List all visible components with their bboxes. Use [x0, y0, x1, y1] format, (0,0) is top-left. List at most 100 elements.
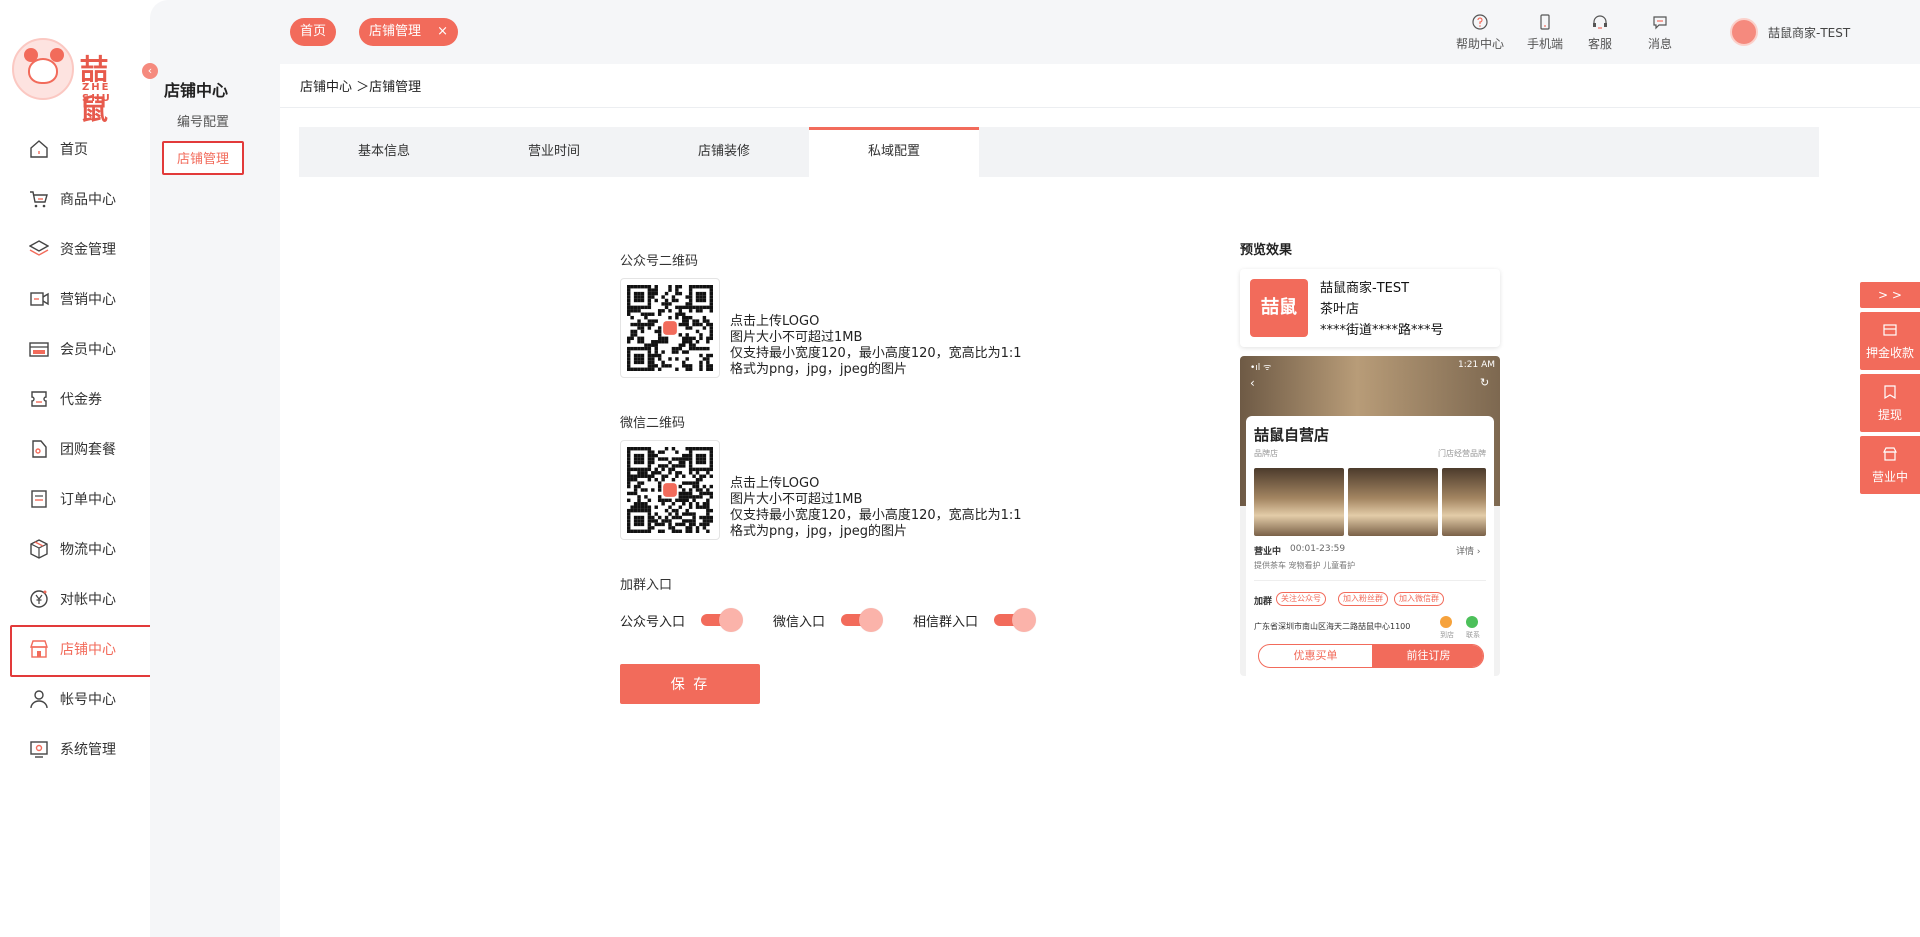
user-menu[interactable]: 喆鼠商家-TEST [1730, 18, 1850, 46]
video-icon [28, 288, 50, 310]
group-entry-switches: 公众号入口 微信入口 相信群入口 [620, 608, 1066, 632]
hint-line: 图片大小不可超过1MB [730, 330, 863, 345]
brand-logo[interactable]: 喆鼠 ZHE SHU [12, 38, 132, 126]
shop-icon [28, 638, 50, 660]
official-qr-title: 公众号二维码 [620, 254, 699, 269]
avatar [1730, 18, 1758, 46]
signal-icon: •ıl ᯤ [1250, 363, 1272, 373]
help-icon [1450, 14, 1510, 32]
phone-store-card: 喆鼠自营店 品牌店 门店经营品牌 营业中 00:01-23:59 详情 › 提供… [1246, 416, 1494, 676]
tool-label: 手机端 [1526, 37, 1563, 51]
sidebar-item-system[interactable]: 系统管理 [0, 724, 150, 774]
sidebar-item-label: 会员中心 [60, 342, 116, 358]
switch-label: 微信入口 [773, 614, 826, 630]
hint-line[interactable]: 点击上传LOGO [730, 476, 1022, 492]
sub-item-number-config[interactable]: 编号配置 [162, 106, 244, 140]
official-qr-upload[interactable] [620, 278, 720, 378]
phone-call-icon [1466, 616, 1478, 628]
business-status-button[interactable]: 营业中 [1860, 436, 1920, 494]
tab-private-domain[interactable]: 私域配置 [809, 127, 979, 177]
deposit-collection-button[interactable]: 押金收款 [1860, 312, 1920, 370]
sidebar-item-label: 商品中心 [60, 192, 116, 208]
sidebar-item-label: 店铺中心 [60, 642, 116, 658]
store-open-icon [1860, 446, 1920, 468]
sidebar-item-products[interactable]: 商品中心 [0, 174, 150, 224]
sidebar-item-coupons[interactable]: 代金券 [0, 374, 150, 424]
hint-line: 仅支持最小宽度120，最小高度120，宽高比为1:1 [730, 346, 1022, 361]
group-entry-title: 加群入口 [620, 578, 673, 593]
mouse-mascot-icon [12, 38, 74, 100]
sidebar-item-label: 订单中心 [60, 492, 116, 508]
help-center-button[interactable]: 帮助中心 [1450, 14, 1510, 52]
customer-service-button[interactable]: 客服 [1570, 14, 1630, 52]
switch-label: 相信群入口 [913, 614, 979, 630]
user-icon [28, 688, 50, 710]
tab-store-decoration[interactable]: 店铺装修 [639, 127, 809, 177]
chip-follow-official: 关注公众号 [1276, 592, 1326, 606]
wechat-qr-upload[interactable] [620, 440, 720, 540]
float-label: 提现 [1877, 408, 1902, 422]
tab-store-management[interactable]: 店铺管理 × [359, 18, 459, 46]
mobile-button[interactable]: 手机端 [1515, 14, 1575, 52]
preview-title: 预览效果 [1240, 243, 1293, 258]
tab-label: 首页 [300, 24, 327, 39]
sidebar-item-label: 营销中心 [60, 292, 116, 308]
sidebar-item-home[interactable]: 首页 [0, 124, 150, 174]
messages-button[interactable]: 消息 [1630, 14, 1690, 52]
hint-line: 仅支持最小宽度120，最小高度120，宽高比为1:1 [730, 508, 1022, 523]
sidebar-item-members[interactable]: 会员中心 [0, 324, 150, 374]
message-icon [1630, 14, 1690, 32]
store-logo-image: 喆鼠 [1250, 279, 1308, 337]
sidebar-item-logistics[interactable]: 物流中心 [0, 524, 150, 574]
sidebar-item-marketing[interactable]: 营销中心 [0, 274, 150, 324]
tool-label: 客服 [1587, 37, 1612, 51]
collapse-sidebar-button[interactable]: ‹ [142, 63, 158, 79]
phone-store-name: 喆鼠自营店 [1254, 426, 1330, 444]
phone-preview: •ıl ᯤ 1:21 AM ‹ ↻ 喆鼠自营店 品牌店 门店经营品牌 营业中 0… [1240, 356, 1500, 676]
close-icon[interactable]: × [437, 24, 448, 39]
tab-home[interactable]: 首页 [290, 18, 337, 46]
group-entry-toggle[interactable] [994, 608, 1037, 632]
settings-tabs: 基本信息 营业时间 店铺装修 私域配置 [299, 127, 1819, 177]
hint-line[interactable]: 点击上传LOGO [730, 314, 1022, 330]
tab-business-hours[interactable]: 营业时间 [469, 127, 639, 177]
sidebar-item-funds[interactable]: 资金管理 [0, 224, 150, 274]
phone-facilities: 提供茶车 宠物看护 儿童看护 [1254, 561, 1356, 570]
sidebar-item-label: 对帐中心 [60, 592, 116, 608]
main-nav: 首页 商品中心 资金管理 营销中心 会员中心 代金券 团购套餐 订单中心 物流中… [0, 124, 154, 774]
official-entry-toggle[interactable] [701, 608, 744, 632]
withdraw-button[interactable]: 提现 [1860, 374, 1920, 432]
sidebar-item-orders[interactable]: 订单中心 [0, 474, 150, 524]
store-photo [1348, 468, 1438, 536]
hint-line: 图片大小不可超过1MB [730, 492, 863, 507]
store-photo [1442, 468, 1486, 536]
qr-code-icon [627, 285, 713, 371]
sidebar-item-label: 系统管理 [60, 742, 116, 758]
sub-item-store-management[interactable]: 店铺管理 [162, 141, 244, 175]
phone-detail-link: 详情 › [1456, 547, 1481, 557]
phone-join-label: 加群 [1254, 597, 1273, 607]
top-bar: 首页 店铺管理 × 帮助中心 手机端 客服 消息 喆鼠商家-TEST [280, 0, 1920, 64]
main-content: 店铺中心 ＞店铺管理 基本信息 营业时间 店铺装修 私域配置 公众号二维码 点击… [280, 64, 1920, 937]
sidebar-item-accounts[interactable]: 帐号中心 [0, 674, 150, 724]
sidebar-item-store-center[interactable]: 店铺中心 [0, 624, 154, 677]
tab-basic-info[interactable]: 基本信息 [299, 127, 469, 177]
order-icon [28, 488, 50, 510]
sidebar-item-label: 代金券 [60, 392, 102, 408]
save-button[interactable]: 保 存 [620, 664, 760, 704]
sidebar-item-label: 首页 [60, 142, 88, 158]
vip-card-icon [28, 338, 50, 360]
layers-icon [28, 238, 50, 260]
sidebar-item-label: 资金管理 [60, 242, 116, 258]
chip-join-wechat: 加入微信群 [1394, 592, 1444, 606]
qr-code-icon [627, 447, 713, 533]
sidebar-item-reconciliation[interactable]: 对帐中心 [0, 574, 150, 624]
float-label: 押金收款 [1865, 346, 1914, 360]
float-label: 营业中 [1871, 470, 1908, 484]
wechat-entry-toggle[interactable] [841, 608, 884, 632]
sidebar-item-label: 团购套餐 [60, 442, 116, 458]
sidebar-item-group-deals[interactable]: 团购套餐 [0, 424, 150, 474]
float-panel-toggle[interactable]: > > [1860, 282, 1920, 308]
withdraw-icon [1860, 384, 1920, 406]
action-label: 联系 [1466, 631, 1480, 639]
